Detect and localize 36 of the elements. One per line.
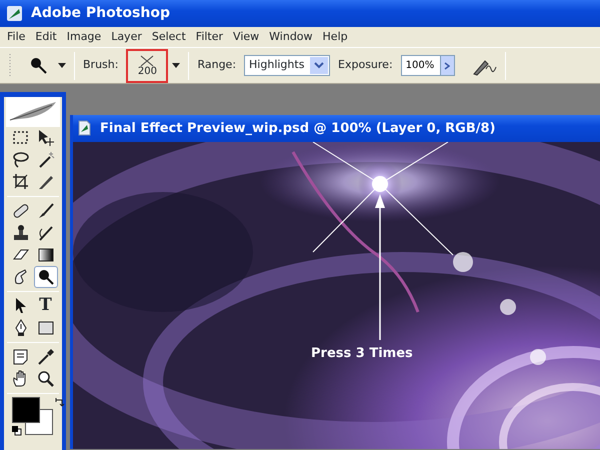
menu-item[interactable]: View xyxy=(228,26,264,48)
menu-item[interactable]: Filter xyxy=(190,26,228,48)
menu-item[interactable]: Layer xyxy=(106,26,147,48)
zoom-icon[interactable] xyxy=(36,369,56,389)
brush-picker[interactable]: 200 xyxy=(126,48,168,82)
menu-item[interactable]: Edit xyxy=(30,26,62,48)
annotation-text: Press 3 Times xyxy=(311,344,413,363)
caret-icon[interactable] xyxy=(172,62,180,68)
brush-tip-icon xyxy=(140,54,154,66)
lasso-icon[interactable] xyxy=(10,150,30,170)
document-icon[interactable] xyxy=(77,120,92,136)
brush-label: Brush: xyxy=(83,57,118,74)
menu-item[interactable]: File xyxy=(2,26,30,48)
caret-icon[interactable] xyxy=(58,62,66,68)
swap-colors-icon[interactable] xyxy=(55,397,65,407)
range-label: Range: xyxy=(197,57,236,74)
exposure-label: Exposure: xyxy=(338,57,393,74)
menu-item[interactable]: Help xyxy=(318,26,353,48)
feather-logo[interactable] xyxy=(6,97,60,127)
brush-size: 200 xyxy=(138,66,157,76)
chevron-right-icon xyxy=(444,62,450,70)
menu-item[interactable]: Select xyxy=(146,26,191,48)
menu-item[interactable]: Image xyxy=(62,26,106,48)
exposure-field[interactable]: 100% xyxy=(400,55,441,76)
menu-item[interactable]: Window xyxy=(264,26,318,48)
eyedropper-icon[interactable] xyxy=(36,347,56,367)
window-title: Adobe Photoshop xyxy=(31,4,170,23)
chevron-down-icon xyxy=(314,62,324,69)
color-swatches-drawing[interactable] xyxy=(12,397,53,435)
type-tool[interactable]: T xyxy=(34,295,58,317)
note-icon[interactable] xyxy=(10,347,30,367)
document-title: Final Effect Preview_wip.psd @ 100% (Layer 0, RGB/8) xyxy=(100,120,496,138)
app-icon[interactable] xyxy=(6,5,23,22)
range-dropdown[interactable]: Highlights xyxy=(244,55,330,76)
default-colors-icon[interactable] xyxy=(12,426,22,436)
crop-icon[interactable] xyxy=(10,172,30,192)
